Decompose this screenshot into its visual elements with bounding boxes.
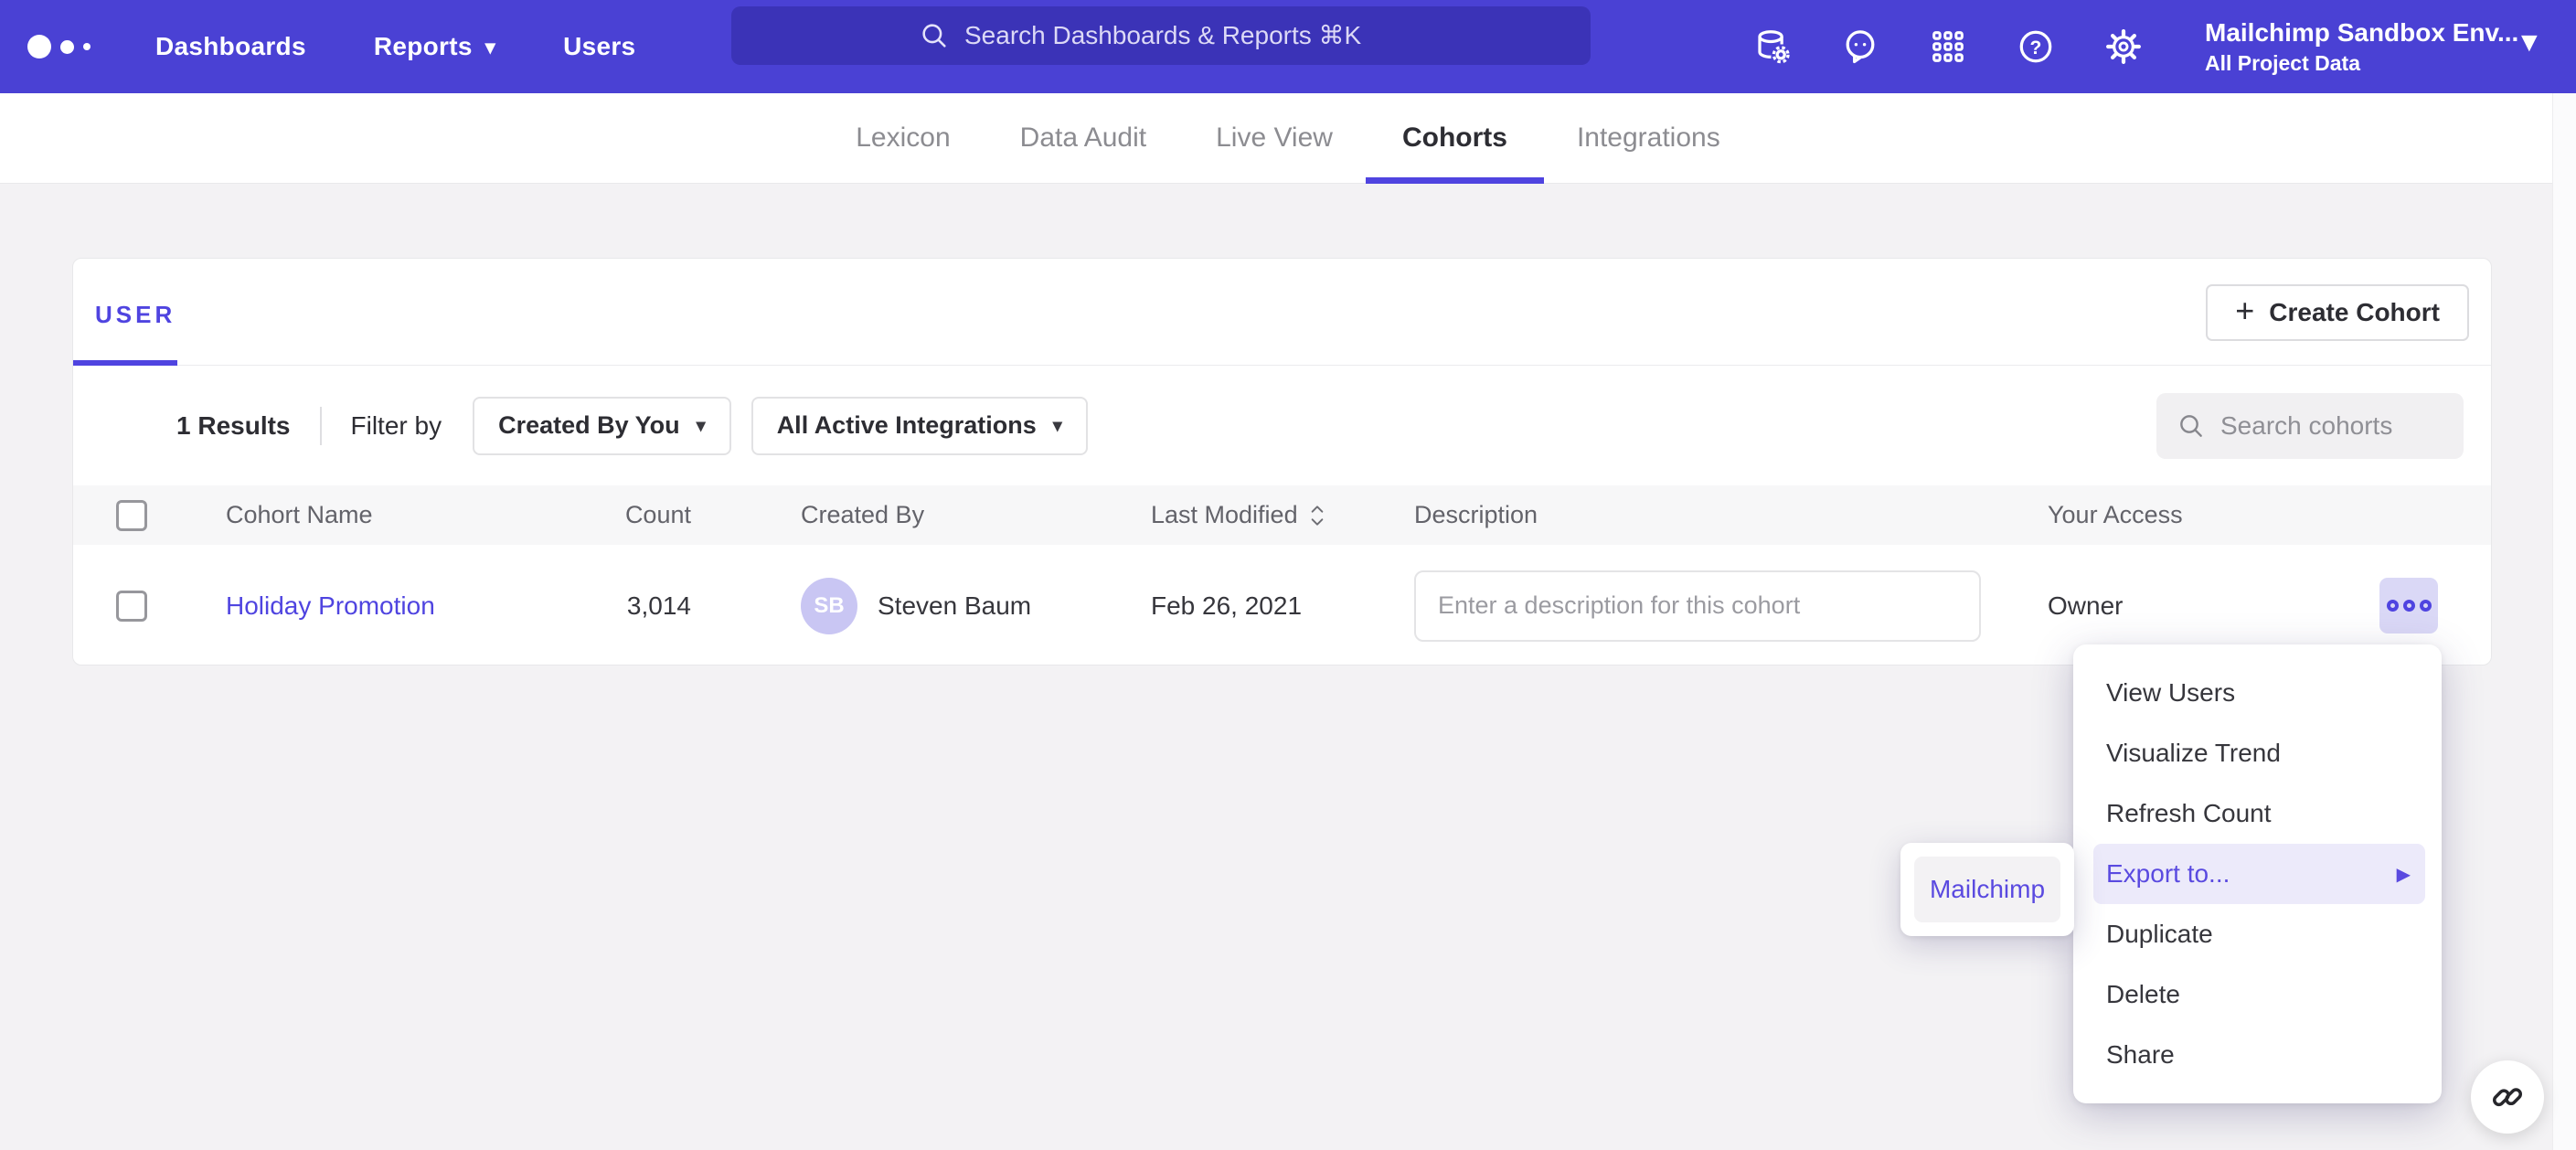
tab-integrations[interactable]: Integrations	[1577, 93, 1720, 184]
col-description: Description	[1414, 501, 2048, 529]
topbar: Dashboards Reports ▾ Users	[0, 0, 2576, 93]
select-all-checkbox[interactable]	[116, 500, 147, 531]
copy-link-fab[interactable]	[2471, 1060, 2544, 1134]
mixpanel-logo-icon[interactable]	[27, 35, 112, 59]
mixpanel-cohorts-page: { "colors": { "topbar_bg": "#4a41d4", "a…	[0, 0, 2576, 1150]
col-cohort-name: Cohort Name	[226, 501, 541, 529]
cohort-search-input[interactable]	[2220, 411, 2440, 441]
tab-data-audit[interactable]: Data Audit	[1020, 93, 1146, 184]
menu-item-share[interactable]: Share	[2073, 1025, 2442, 1085]
filter-row: 1 Results Filter by Created By You ▾ All…	[73, 366, 2491, 485]
cohorts-card: USER + Create Cohort 1 Results Filter by…	[72, 258, 2492, 666]
tab-user-cohorts[interactable]: USER	[95, 301, 176, 329]
search-icon	[2177, 411, 2206, 441]
col-created-by: Created By	[691, 501, 1151, 529]
global-search[interactable]	[731, 6, 1591, 65]
export-submenu: Mailchimp	[1900, 843, 2074, 936]
menu-item-view-users[interactable]: View Users	[2073, 663, 2442, 723]
nav-dashboards[interactable]: Dashboards	[155, 32, 306, 61]
chevron-down-icon: ▾	[485, 37, 495, 58]
top-nav: Dashboards Reports ▾ Users	[155, 32, 635, 61]
col-your-access: Your Access	[2048, 501, 2491, 529]
topbar-icons: ?	[1751, 0, 2145, 93]
apps-grid-icon[interactable]	[1927, 26, 1969, 68]
link-icon	[2488, 1078, 2527, 1116]
divider	[320, 407, 322, 445]
secondary-tabs: Lexicon Data Audit Live View Cohorts Int…	[0, 93, 2576, 184]
menu-item-duplicate[interactable]: Duplicate	[2073, 904, 2442, 964]
settings-gear-icon[interactable]	[2102, 26, 2145, 68]
col-last-modified[interactable]: Last Modified	[1151, 501, 1414, 529]
submenu-arrow-icon: ▶	[2397, 863, 2411, 886]
chevron-down-icon: ▾	[697, 414, 706, 437]
nav-users[interactable]: Users	[563, 32, 635, 61]
row-overflow-menu-button[interactable]	[2379, 578, 2438, 634]
submenu-item-mailchimp[interactable]: Mailchimp	[1914, 857, 2060, 922]
sort-icon	[1307, 502, 1327, 529]
plus-icon: +	[2235, 294, 2254, 327]
results-count: 1 Results	[176, 411, 291, 441]
account-project: All Project Data	[2205, 51, 2518, 76]
nav-reports[interactable]: Reports ▾	[374, 32, 495, 61]
account-caret-icon[interactable]: ▼	[2516, 27, 2543, 59]
tab-live-view[interactable]: Live View	[1216, 93, 1333, 184]
row-checkbox[interactable]	[116, 591, 147, 622]
menu-item-delete[interactable]: Delete	[2073, 964, 2442, 1025]
feedback-icon[interactable]	[1839, 26, 1881, 68]
col-count: Count	[541, 501, 691, 529]
account-name: Mailchimp Sandbox Env...	[2205, 18, 2518, 48]
cohort-search[interactable]	[2156, 393, 2464, 459]
menu-item-refresh-count[interactable]: Refresh Count	[2073, 783, 2442, 844]
filter-by-label: Filter by	[351, 411, 442, 441]
tab-cohorts[interactable]: Cohorts	[1402, 93, 1507, 184]
integrations-filter[interactable]: All Active Integrations ▾	[751, 397, 1088, 455]
account-switcher[interactable]: Mailchimp Sandbox Env... All Project Dat…	[2205, 0, 2518, 93]
menu-item-export-to[interactable]: Export to... ▶	[2093, 844, 2425, 904]
created-by-filter[interactable]: Created By You ▾	[473, 397, 731, 455]
table-header: Cohort Name Count Created By Last Modifi…	[73, 485, 2491, 545]
cohort-name-link[interactable]: Holiday Promotion	[226, 591, 435, 620]
global-search-input[interactable]	[964, 21, 1403, 50]
description-input[interactable]	[1414, 570, 1981, 642]
tab-lexicon[interactable]: Lexicon	[856, 93, 950, 184]
create-cohort-button[interactable]: + Create Cohort	[2206, 284, 2469, 341]
chevron-down-icon: ▾	[1053, 414, 1062, 437]
data-management-icon[interactable]	[1751, 26, 1794, 68]
help-icon[interactable]: ?	[2015, 26, 2057, 68]
menu-item-visualize-trend[interactable]: Visualize Trend	[2073, 723, 2442, 783]
scrollbar-track[interactable]	[2552, 93, 2576, 1150]
row-context-menu: View Users Visualize Trend Refresh Count…	[2073, 644, 2442, 1103]
created-by-name: Steven Baum	[878, 591, 1031, 621]
search-icon	[919, 20, 950, 51]
last-modified-date: Feb 26, 2021	[1151, 591, 1414, 621]
cohort-count: 3,014	[541, 591, 691, 621]
avatar: SB	[801, 578, 857, 634]
section-tab-row: USER + Create Cohort	[73, 259, 2491, 366]
svg-text:?: ?	[2030, 37, 2042, 59]
